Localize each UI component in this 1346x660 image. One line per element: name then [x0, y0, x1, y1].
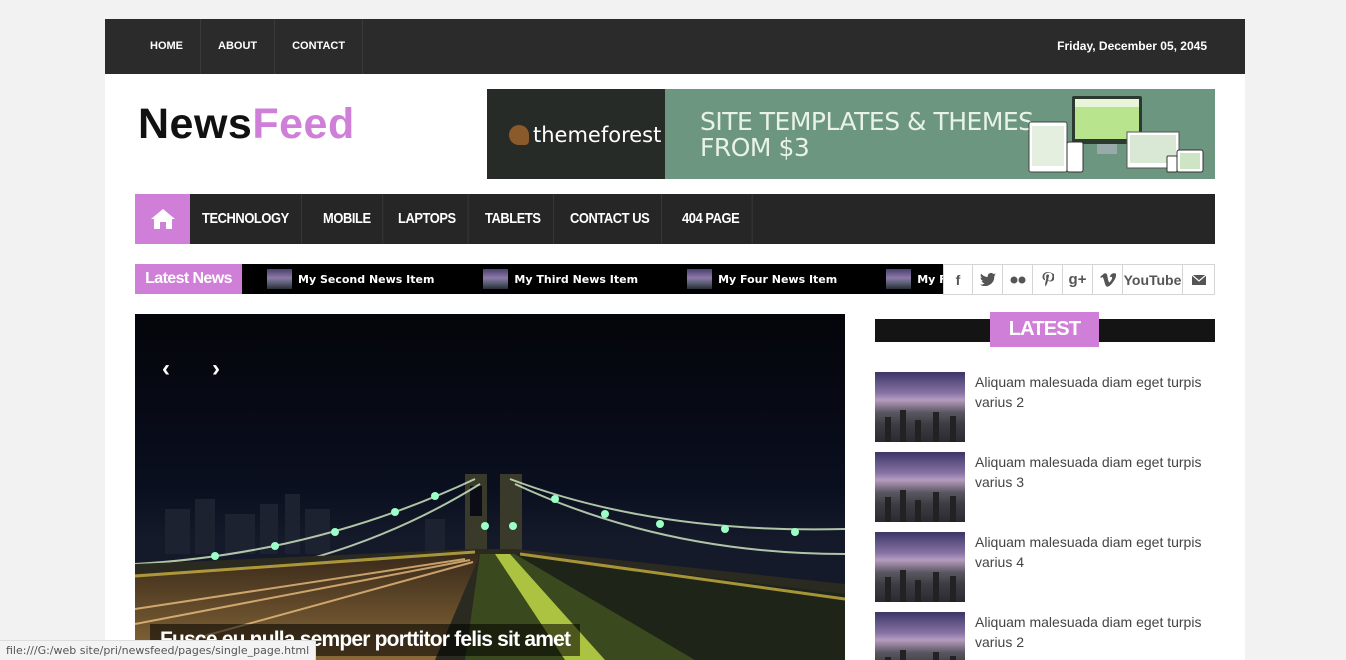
top-nav-contact[interactable]: CONTACT — [275, 19, 364, 74]
ticker-item-text: My Second News Item — [298, 272, 435, 286]
post-thumbnail — [875, 532, 965, 602]
devices-illustration — [1028, 96, 1204, 173]
youtube-label: YouTube — [1123, 271, 1182, 288]
home-button[interactable] — [135, 194, 190, 244]
post-thumbnail — [875, 372, 965, 442]
top-nav-about[interactable]: ABOUT — [201, 19, 276, 74]
banner-brand: themeforest — [509, 123, 661, 147]
slider-image — [135, 314, 845, 660]
page-container: HOME ABOUT CONTACT Friday, December 05, … — [105, 19, 1245, 660]
top-nav-home[interactable]: HOME — [133, 19, 201, 74]
ad-banner[interactable]: themeforest SITE TEMPLATES & THEMES FROM… — [487, 89, 1215, 179]
sidebar-post[interactable]: Aliquam malesuada diam eget turpis variu… — [875, 452, 1215, 522]
post-title[interactable]: Aliquam malesuada diam eget turpis variu… — [975, 452, 1215, 492]
post-thumbnail — [875, 452, 965, 522]
banner-line-1: SITE TEMPLATES & THEMES — [700, 107, 1034, 136]
home-icon — [150, 209, 175, 229]
logo-part-feed: Feed — [252, 100, 355, 148]
pinterest-icon[interactable] — [1033, 265, 1063, 294]
ticker-item[interactable]: My Four News Item — [687, 264, 837, 294]
ticker-item-text: My Five News Item — [917, 272, 945, 286]
ticker-item-text: My Third News Item — [514, 272, 639, 286]
nav-tablets[interactable]: TABLETS — [473, 194, 554, 244]
themeforest-leaf-icon — [509, 125, 529, 145]
main-nav: TECHNOLOGY MOBILE LAPTOPS TABLETS CONTAC… — [135, 194, 1215, 244]
top-nav: HOME ABOUT CONTACT — [133, 19, 364, 74]
sidebar-post[interactable]: Aliquam malesuada diam eget turpis variu… — [875, 372, 1215, 442]
logo-part-news: News — [138, 100, 253, 148]
youtube-icon[interactable]: YouTube — [1123, 265, 1183, 294]
ticker-item-text: My Four News Item — [718, 272, 838, 286]
post-title[interactable]: Aliquam malesuada diam eget turpis variu… — [975, 372, 1215, 412]
ticker-label: Latest News — [135, 264, 242, 294]
ticker-thumbnail — [687, 269, 713, 289]
post-thumbnail — [875, 612, 965, 660]
nav-laptops[interactable]: LAPTOPS — [386, 194, 469, 244]
banner-headline: SITE TEMPLATES & THEMES FROM $3 — [700, 109, 1034, 161]
banner-brand-text: themeforest — [533, 123, 662, 147]
featured-slider[interactable]: ‹ › Fusce eu nulla semper porttitor feli… — [135, 314, 845, 660]
twitter-icon[interactable] — [973, 265, 1003, 294]
social-links: f g+ YouTube — [943, 264, 1215, 295]
post-title[interactable]: Aliquam malesuada diam eget turpis variu… — [975, 532, 1215, 572]
ticker-item[interactable]: My Five News Item — [886, 264, 945, 294]
nav-technology[interactable]: TECHNOLOGY — [190, 194, 302, 244]
post-title[interactable]: Aliquam malesuada diam eget turpis variu… — [975, 612, 1215, 652]
top-bar: HOME ABOUT CONTACT Friday, December 05, … — [105, 19, 1245, 74]
sidebar-post[interactable]: Aliquam malesuada diam eget turpis variu… — [875, 532, 1215, 602]
slider-next-button[interactable]: › — [193, 350, 239, 388]
ticker-thumbnail — [886, 269, 912, 289]
google-plus-icon[interactable]: g+ — [1063, 265, 1093, 294]
ticker-items: My Second News Item My Third News Item M… — [267, 264, 945, 294]
flickr-icon[interactable] — [1003, 265, 1033, 294]
mail-icon[interactable] — [1183, 265, 1214, 294]
sidebar-post[interactable]: Aliquam malesuada diam eget turpis variu… — [875, 612, 1215, 660]
site-logo[interactable]: NewsFeed — [138, 99, 355, 149]
news-ticker: Latest News My Second News Item My Third… — [135, 264, 945, 294]
ticker-thumbnail — [483, 269, 509, 289]
vimeo-icon[interactable] — [1093, 265, 1123, 294]
banner-line-2: FROM $3 — [700, 133, 810, 162]
ticker-thumbnail — [267, 269, 292, 289]
nav-contact-us[interactable]: CONTACT US — [558, 194, 663, 244]
nav-mobile[interactable]: MOBILE — [311, 194, 384, 244]
current-date: Friday, December 05, 2045 — [1057, 39, 1207, 53]
ticker-item[interactable]: My Third News Item — [483, 264, 638, 294]
banner-brand-panel: themeforest — [487, 89, 665, 179]
browser-status-bar: file:///G:/web site/pri/newsfeed/pages/s… — [0, 640, 317, 660]
ticker-item[interactable]: My Second News Item — [267, 264, 434, 294]
facebook-icon[interactable]: f — [944, 265, 973, 294]
slider-prev-button[interactable]: ‹ — [143, 350, 189, 388]
latest-post-title: LATEST POST — [990, 312, 1099, 375]
nav-404-page[interactable]: 404 PAGE — [670, 194, 753, 244]
